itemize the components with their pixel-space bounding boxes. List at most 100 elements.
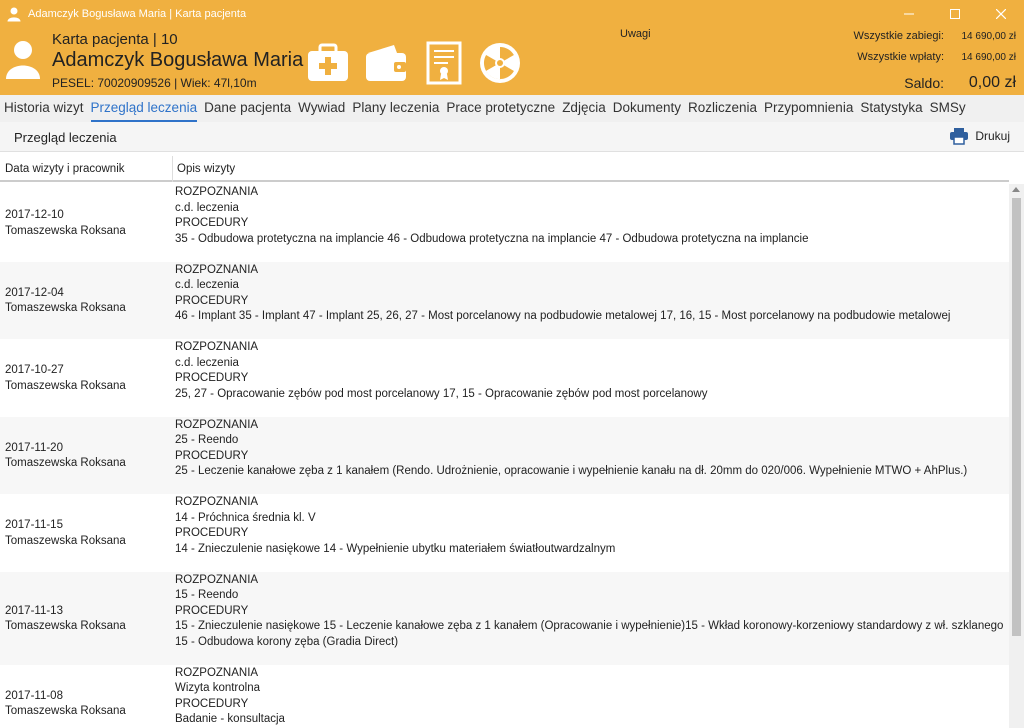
tab-wywiad[interactable]: Wywiad [298,95,345,122]
minimize-button[interactable] [886,0,932,27]
desc-line: ROZPOZNANIA [175,263,259,276]
table-row[interactable]: 2017-12-04 Tomaszewska Roksana ROZPOZNAN… [0,261,1009,339]
patient-pesel-age: PESEL: 70020909526 | Wiek: 47l,10m [52,76,257,90]
desc-line: 25 - Leczenie kanałowe zęba z 1 kanałem … [175,465,968,477]
tab-dokumenty[interactable]: Dokumenty [613,95,681,122]
desc-line: Wizyta kontrolna [175,682,261,694]
desc-line: 14 - Znieczulenie nasiękowe 14 - Wypełni… [175,542,616,555]
visit-date: 2017-11-15 [5,519,63,531]
tab-bar: Historia wizyt Przegląd leczenia Dane pa… [0,95,1024,122]
section-title: Przegląd leczenia [14,130,117,145]
desc-line: PROCEDURY [175,604,249,617]
desc-line: 46 - Implant 35 - Implant 47 - Implant 2… [175,310,951,322]
visit-description: ROZPOZNANIA 15 - Reendo PROCEDURY 15 - Z… [175,573,1003,651]
all-payments-value: 14 690,00 zł [961,52,1017,63]
notes-label[interactable]: Uwagi [620,28,651,40]
column-header-description[interactable]: Opis wizyty [177,163,235,175]
tab-smsy[interactable]: SMSy [930,95,966,122]
print-label: Drukuj [975,129,1010,143]
visit-date: 2017-11-13 [5,604,63,617]
vertical-scrollbar[interactable] [1009,184,1024,728]
close-icon [996,8,1006,19]
table-row[interactable]: 2017-11-08 Tomaszewska Roksana ROZPOZNAN… [0,665,1009,728]
table-row[interactable]: 2017-11-13 Tomaszewska Roksana ROZPOZNAN… [0,571,1009,665]
all-procedures-label: Wszystkie zabiegi: [853,30,944,42]
visit-description: ROZPOZNANIA c.d. leczenia PROCEDURY 35 -… [175,185,809,247]
card-title: Karta pacjenta | 10 [52,31,178,48]
visit-date: 2017-10-27 [5,364,64,376]
desc-line: ROZPOZNANIA [175,418,259,431]
visit-description: ROZPOZNANIA Wizyta kontrolna PROCEDURY B… [175,666,285,728]
maximize-button[interactable] [932,0,978,27]
desc-line: 25, 27 - Opracowanie zębów pod most porc… [175,387,708,400]
visit-date-staff: 2017-12-10 Tomaszewska Roksana [5,208,126,239]
visit-description: ROZPOZNANIA c.d. leczenia PROCEDURY 25, … [175,340,708,402]
certificate-icon[interactable] [422,41,466,85]
desc-line: PROCEDURY [175,372,249,384]
minimize-icon [904,13,914,14]
desc-line: ROZPOZNANIA [175,341,259,353]
desc-line: c.d. leczenia [175,356,239,369]
visit-date: 2017-12-04 [5,286,64,299]
tab-przypomnienia[interactable]: Przypomnienia [764,95,853,122]
visit-staff: Tomaszewska Roksana [5,534,126,547]
desc-line: ROZPOZNANIA [175,573,259,586]
column-divider[interactable] [172,156,173,182]
table-row[interactable]: 2017-12-10 Tomaszewska Roksana ROZPOZNAN… [0,184,1009,262]
maximize-icon [950,8,960,19]
first-aid-kit-icon[interactable] [306,41,350,85]
visit-date: 2017-12-10 [5,209,64,221]
visit-date-staff: 2017-10-27 Tomaszewska Roksana [5,363,126,394]
tab-prace-protetyczne[interactable]: Prace protetyczne [446,95,555,122]
desc-line: PROCEDURY [175,449,249,462]
visit-date-staff: 2017-11-08 Tomaszewska Roksana [5,689,126,720]
desc-line: c.d. leczenia [175,279,239,291]
printer-icon [950,128,969,145]
tab-przeglad-leczenia[interactable]: Przegląd leczenia [90,95,198,122]
desc-line: 25 - Reendo [175,434,239,446]
scroll-thumb[interactable] [1012,198,1021,636]
desc-line: c.d. leczenia [175,201,239,214]
table-row[interactable]: 2017-11-15 Tomaszewska Roksana ROZPOZNAN… [0,494,1009,572]
desc-line: PROCEDURY [175,217,249,229]
close-button[interactable] [978,0,1024,27]
visit-list: 2017-12-10 Tomaszewska Roksana ROZPOZNAN… [0,184,1009,728]
visit-description: ROZPOZNANIA 14 - Próchnica średnia kl. V… [175,495,615,557]
print-button[interactable]: Drukuj [949,127,1010,145]
tab-statystyka[interactable]: Statystyka [860,95,922,122]
desc-line: PROCEDURY [175,697,249,710]
patient-header: Karta pacjenta | 10 Adamczyk Bogusława M… [0,27,1024,95]
desc-line: 14 - Próchnica średnia kl. V [175,511,316,524]
tab-dane-pacjenta[interactable]: Dane pacjenta [204,95,291,122]
tab-zdjecia[interactable]: Zdjęcia [562,95,606,122]
visit-staff: Tomaszewska Roksana [5,224,126,237]
desc-line: ROZPOZNANIA [175,666,259,679]
visit-date-staff: 2017-11-13 Tomaszewska Roksana [5,604,126,635]
visit-date-staff: 2017-11-15 Tomaszewska Roksana [5,518,126,549]
scroll-up-icon[interactable] [1012,187,1020,192]
visit-staff: Tomaszewska Roksana [5,302,126,314]
table-header: Data wizyty i pracownik Opis wizyty [0,156,1009,182]
visit-staff: Tomaszewska Roksana [5,620,126,632]
desc-line: 15 - Reendo [175,589,239,601]
visit-staff: Tomaszewska Roksana [5,457,126,469]
tab-plany-leczenia[interactable]: Plany leczenia [352,95,439,122]
tab-historia-wizyt[interactable]: Historia wizyt [4,95,84,122]
balance-label: Saldo: [904,75,944,91]
column-header-date[interactable]: Data wizyty i pracownik [5,163,125,175]
visit-date: 2017-11-20 [5,441,63,454]
all-payments-label: Wszystkie wpłaty: [857,51,944,63]
avatar [5,39,41,79]
balance-value: 0,00 zł [968,74,1016,91]
visit-description: ROZPOZNANIA c.d. leczenia PROCEDURY 46 -… [175,263,950,325]
user-icon [6,6,22,22]
radiation-icon[interactable] [478,41,522,85]
table-row[interactable]: 2017-10-27 Tomaszewska Roksana ROZPOZNAN… [0,339,1009,417]
tab-rozliczenia[interactable]: Rozliczenia [688,95,757,122]
wallet-icon[interactable] [364,41,408,85]
visit-staff: Tomaszewska Roksana [5,379,126,392]
table-row[interactable]: 2017-11-20 Tomaszewska Roksana ROZPOZNAN… [0,416,1009,494]
visit-date-staff: 2017-11-20 Tomaszewska Roksana [5,441,126,472]
title-bar: Adamczyk Bogusława Maria | Karta pacjent… [0,0,1024,27]
visit-description: ROZPOZNANIA 25 - Reendo PROCEDURY 25 - L… [175,418,967,480]
